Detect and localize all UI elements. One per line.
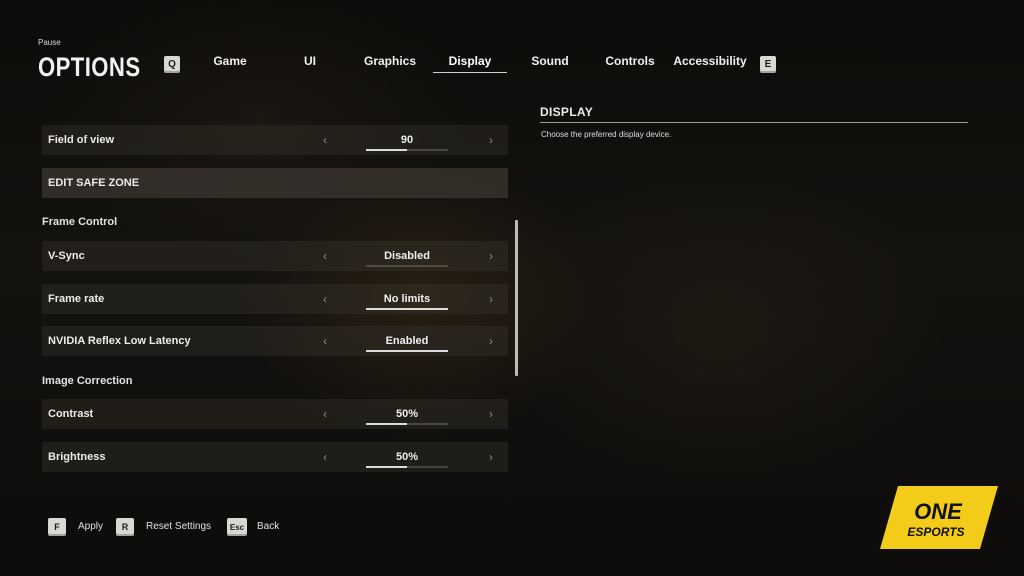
- setting-label: Frame rate: [48, 293, 105, 305]
- chevron-left-icon[interactable]: ‹: [318, 241, 332, 271]
- breadcrumb: Pause: [38, 38, 61, 47]
- setting-label: Field of view: [48, 134, 115, 146]
- tab-accessibility[interactable]: Accessibility: [672, 50, 748, 72]
- reset-settings-button[interactable]: Reset Settings: [146, 521, 211, 532]
- value-slider[interactable]: [366, 149, 448, 151]
- setting-label: Brightness: [48, 451, 106, 463]
- tab-ui[interactable]: UI: [282, 50, 338, 72]
- tab-controls[interactable]: Controls: [596, 50, 664, 72]
- slider-fill: [366, 149, 407, 151]
- page-title: OPTIONS: [38, 52, 141, 82]
- logo-line1: ONE: [914, 499, 963, 524]
- setting-row-frame-rate[interactable]: Frame rate ‹ No limits ›: [42, 284, 508, 314]
- chevron-right-icon[interactable]: ›: [484, 442, 498, 472]
- value-underline: [366, 265, 448, 267]
- description-text: Choose the preferred display device.: [541, 130, 672, 139]
- setting-label: V-Sync: [48, 250, 85, 262]
- logo-line2: ESPORTS: [907, 525, 964, 539]
- chevron-left-icon[interactable]: ‹: [318, 284, 332, 314]
- tab-game[interactable]: Game: [198, 50, 262, 72]
- value-slider[interactable]: [366, 350, 448, 352]
- value-slider[interactable]: [366, 466, 448, 468]
- back-key[interactable]: Esc: [227, 518, 247, 536]
- one-esports-logo: ONE ESPORTS: [880, 486, 998, 549]
- setting-label: NVIDIA Reflex Low Latency: [48, 335, 191, 347]
- value-slider[interactable]: [366, 423, 448, 425]
- chevron-right-icon[interactable]: ›: [484, 284, 498, 314]
- description-divider: [540, 122, 968, 123]
- apply-button[interactable]: Apply: [78, 521, 103, 532]
- setting-label: Contrast: [48, 408, 94, 420]
- chevron-right-icon[interactable]: ›: [484, 241, 498, 271]
- apply-key[interactable]: F: [48, 518, 66, 536]
- reset-key[interactable]: R: [116, 518, 134, 536]
- edit-safe-zone-button[interactable]: EDIT SAFE ZONE: [42, 168, 508, 198]
- slider-fill: [366, 308, 448, 310]
- chevron-right-icon[interactable]: ›: [484, 399, 498, 429]
- slider-fill: [366, 423, 407, 425]
- tab-sound[interactable]: Sound: [516, 50, 584, 72]
- back-button[interactable]: Back: [257, 521, 279, 532]
- chevron-left-icon[interactable]: ‹: [318, 399, 332, 429]
- chevron-left-icon[interactable]: ‹: [318, 125, 332, 155]
- setting-row-brightness[interactable]: Brightness ‹ 50% ›: [42, 442, 508, 472]
- chevron-left-icon[interactable]: ‹: [318, 326, 332, 356]
- setting-label: EDIT SAFE ZONE: [48, 177, 140, 189]
- tab-graphics[interactable]: Graphics: [354, 50, 426, 72]
- chevron-right-icon[interactable]: ›: [484, 125, 498, 155]
- setting-row-vsync[interactable]: V-Sync ‹ Disabled ›: [42, 241, 508, 271]
- value-slider[interactable]: [366, 308, 448, 310]
- setting-row-nvidia-reflex[interactable]: NVIDIA Reflex Low Latency ‹ Enabled ›: [42, 326, 508, 356]
- description-title: DISPLAY: [540, 105, 594, 119]
- slider-fill: [366, 350, 448, 352]
- next-tab-key[interactable]: E: [760, 56, 776, 73]
- setting-row-contrast[interactable]: Contrast ‹ 50% ›: [42, 399, 508, 429]
- section-header-image-correction: Image Correction: [42, 375, 133, 387]
- prev-tab-key[interactable]: Q: [164, 56, 180, 73]
- tab-display[interactable]: Display: [433, 50, 507, 73]
- setting-row-field-of-view[interactable]: Field of view ‹ 90 ›: [42, 125, 508, 155]
- chevron-right-icon[interactable]: ›: [484, 326, 498, 356]
- slider-fill: [366, 466, 407, 468]
- chevron-left-icon[interactable]: ‹: [318, 442, 332, 472]
- settings-scrollbar[interactable]: [515, 220, 518, 376]
- section-header-frame-control: Frame Control: [42, 216, 118, 228]
